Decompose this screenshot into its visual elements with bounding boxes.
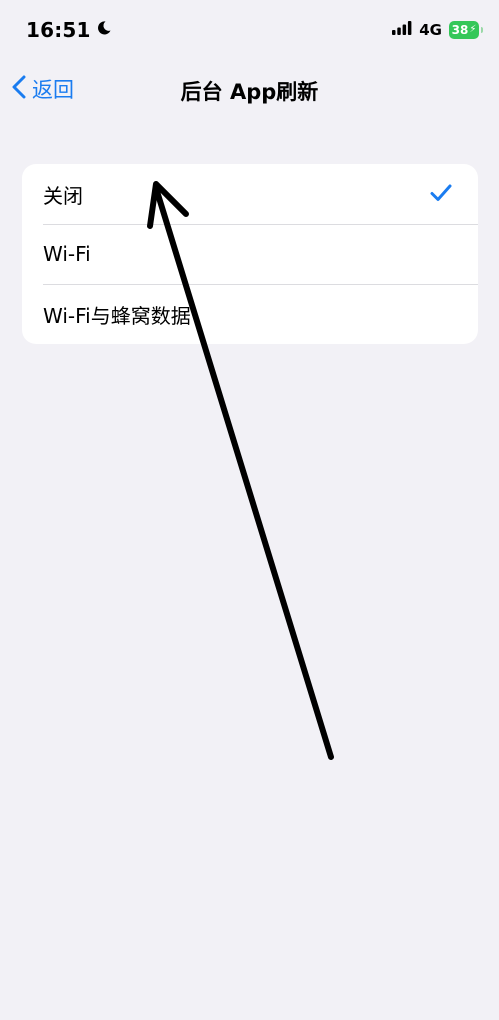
option-label: Wi-Fi xyxy=(43,242,91,266)
status-right: 4G 38 ⚡ xyxy=(392,20,483,39)
option-wifi-cellular[interactable]: Wi-Fi与蜂窝数据 xyxy=(22,284,478,344)
moon-icon xyxy=(96,20,112,40)
option-label: Wi-Fi与蜂窝数据 xyxy=(43,303,191,328)
battery-charging-icon: 38 ⚡ xyxy=(449,20,483,39)
time-group: 16:51 xyxy=(26,18,112,42)
page-title: 后台 App刷新 xyxy=(180,80,319,104)
bolt-icon: ⚡ xyxy=(469,24,477,35)
option-label: 关闭 xyxy=(43,183,83,208)
status-bar: 16:51 4G 38 ⚡ xyxy=(0,0,499,60)
option-wifi[interactable]: Wi-Fi xyxy=(22,224,478,284)
battery-level: 38 xyxy=(451,22,469,37)
option-off[interactable]: 关闭 xyxy=(22,164,478,224)
options-list: 关闭 Wi-Fi Wi-Fi与蜂窝数据 xyxy=(22,164,478,344)
nav-bar: 返回 后台 App刷新 xyxy=(0,60,499,116)
network-type: 4G xyxy=(419,20,442,39)
status-time: 16:51 xyxy=(26,18,91,42)
annotation-arrow-icon xyxy=(147,181,334,760)
checkmark-icon xyxy=(430,184,452,206)
signal-icon xyxy=(392,20,412,39)
